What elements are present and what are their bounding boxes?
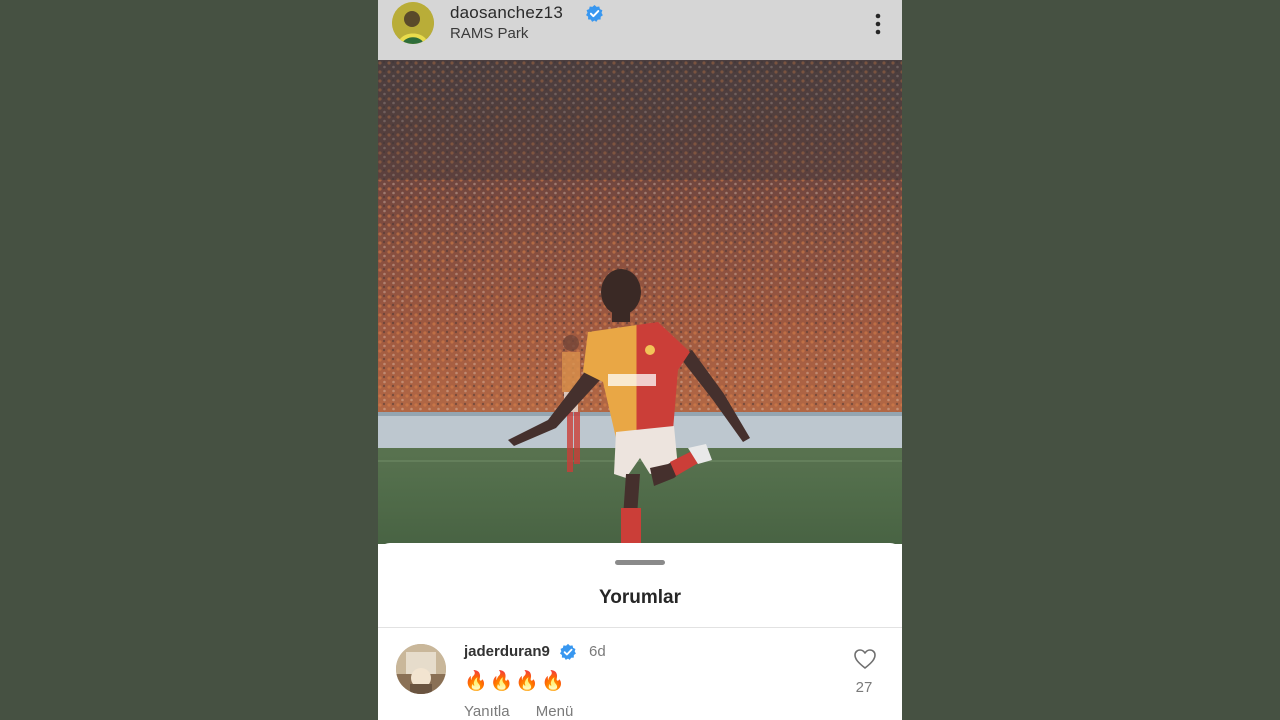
screenshot-background: daosanchez13 RAMS Park Yorumlar jaderdur… xyxy=(0,0,1280,720)
heart-icon[interactable] xyxy=(853,648,877,670)
verified-badge-icon xyxy=(586,4,603,22)
player-celebration-image xyxy=(378,60,902,544)
sheet-drag-handle[interactable] xyxy=(615,560,665,565)
instagram-post-view: daosanchez13 RAMS Park Yorumlar jaderdur… xyxy=(378,0,902,720)
more-options-icon[interactable] xyxy=(868,9,888,39)
commenter-avatar[interactable] xyxy=(396,644,446,694)
poster-avatar[interactable] xyxy=(392,2,434,44)
poster-username[interactable]: daosanchez13 xyxy=(450,3,563,23)
post-header: daosanchez13 RAMS Park xyxy=(378,0,902,60)
verified-badge-icon xyxy=(559,643,576,660)
comment-item: jaderduran9 6d 🔥🔥🔥🔥 Yanıtla Menü 27 xyxy=(378,628,902,720)
post-photo[interactable] xyxy=(378,60,902,544)
comments-sheet: Yorumlar jaderduran9 6d 🔥🔥🔥🔥 Yanıtla Men… xyxy=(378,543,902,720)
reply-button[interactable]: Yanıtla xyxy=(464,703,510,720)
like-count: 27 xyxy=(855,679,873,696)
comment-timestamp: 6d xyxy=(589,643,606,660)
comment-actions: Yanıtla Menü xyxy=(464,703,595,720)
comment-text: 🔥🔥🔥🔥 xyxy=(464,671,567,692)
comments-title: Yorumlar xyxy=(598,587,681,608)
post-location[interactable]: RAMS Park xyxy=(450,25,528,42)
comment-menu-button[interactable]: Menü xyxy=(536,703,574,720)
commenter-username[interactable]: jaderduran9 xyxy=(464,643,550,660)
